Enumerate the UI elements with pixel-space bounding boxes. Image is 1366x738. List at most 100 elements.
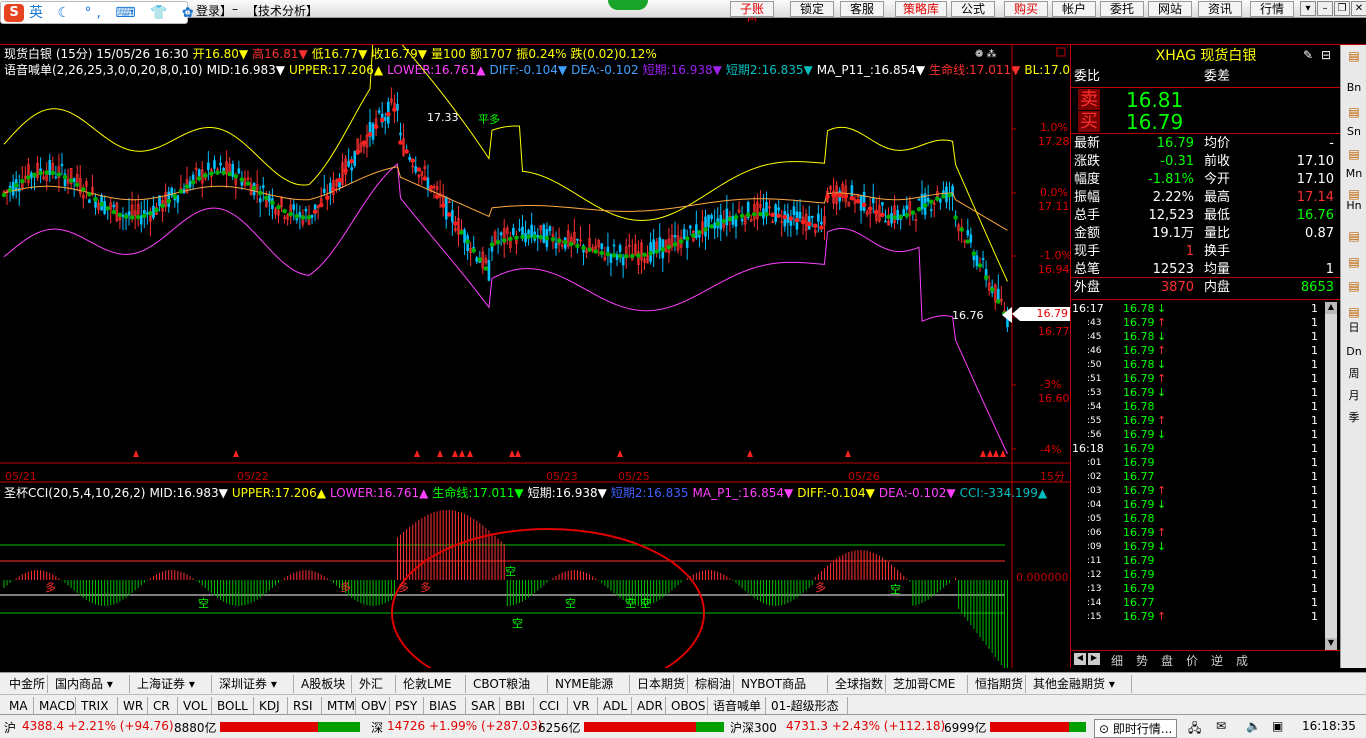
- quote-tab-1[interactable]: 势: [1136, 652, 1148, 669]
- volume-icon[interactable]: 🔈: [1246, 719, 1261, 733]
- market-tab-15[interactable]: 其他金融期货 ▾: [1030, 675, 1132, 693]
- indicator-tab-6[interactable]: BOLL: [214, 697, 254, 715]
- toolbar-button-3[interactable]: 策略库: [895, 1, 947, 17]
- market-tab-11[interactable]: NYBOT商品: [738, 675, 828, 693]
- side-tool-icon-5[interactable]: ▤: [1343, 253, 1365, 271]
- market-tab-13[interactable]: 芝加哥CME: [890, 675, 968, 693]
- candlestick-chart[interactable]: 多多多多多空空空空空空空❁ ⁂: [0, 45, 1070, 668]
- date-label-3: 05/25: [618, 470, 650, 483]
- lifeline-dot: [776, 213, 781, 219]
- tab-prev-icon[interactable]: ◀: [1074, 653, 1086, 665]
- indicator-tab-20[interactable]: 语音喊单: [710, 697, 766, 715]
- indicator-tab-2[interactable]: TRIX: [78, 697, 118, 715]
- toolbar-button-4[interactable]: 公式: [951, 1, 995, 17]
- market-tab-6[interactable]: 伦敦LME: [400, 675, 466, 693]
- period-tab-7[interactable]: 月: [1343, 387, 1365, 405]
- toolbar-button-1[interactable]: 锁定: [790, 1, 834, 17]
- indicator-tab-7[interactable]: KDJ: [256, 697, 288, 715]
- market-tab-3[interactable]: 深圳证券 ▾: [216, 675, 294, 693]
- side-tool-icon-6[interactable]: ▤: [1343, 277, 1365, 295]
- minimize-icon[interactable]: –: [1317, 1, 1333, 16]
- panel-collapse-icon[interactable]: ⊟: [1321, 48, 1331, 62]
- lifeline-dot: [550, 236, 556, 242]
- tick-volume: 1: [1311, 526, 1318, 539]
- market-tab-12[interactable]: 全球指数: [832, 675, 886, 693]
- period-tab-0[interactable]: Bn: [1343, 79, 1365, 97]
- indicator-tab-17[interactable]: ADL: [600, 697, 632, 715]
- period-tab-6[interactable]: 周: [1343, 365, 1365, 383]
- toolbar-button-2[interactable]: 客服: [840, 1, 884, 17]
- hs-index[interactable]: 4731.3 +2.43% (+112.18): [786, 719, 945, 733]
- market-tab-2[interactable]: 上海证券 ▾: [134, 675, 212, 693]
- sz-index[interactable]: 14726 +1.99% (+287.03): [387, 719, 542, 733]
- market-tab-14[interactable]: 恒指期货: [972, 675, 1026, 693]
- indicator-tab-21[interactable]: 01-超级形态: [768, 697, 848, 715]
- indicator-tab-8[interactable]: RSI: [290, 697, 322, 715]
- lifeline-dot: [617, 253, 623, 259]
- toolbar-button-7[interactable]: 委托: [1100, 1, 1144, 17]
- quote-tab-0[interactable]: 细: [1111, 652, 1123, 669]
- market-tab-1[interactable]: 国内商品 ▾: [52, 675, 130, 693]
- period-tab-1[interactable]: Sn: [1343, 123, 1365, 141]
- indicator-tab-14[interactable]: BBI: [502, 697, 534, 715]
- market-tab-0[interactable]: 中金所: [6, 675, 48, 693]
- period-tab-8[interactable]: 季: [1343, 409, 1365, 427]
- toolbar-button-6[interactable]: 帐户: [1052, 1, 1096, 17]
- indicator-tab-15[interactable]: CCI: [536, 697, 568, 715]
- indicator-tab-11[interactable]: PSY: [392, 697, 424, 715]
- toolbar-button-9[interactable]: 资讯: [1198, 1, 1242, 17]
- toolbar-button-8[interactable]: 网站: [1148, 1, 1192, 17]
- indicator-tab-16[interactable]: VR: [570, 697, 598, 715]
- indicator-tab-12[interactable]: BIAS: [426, 697, 466, 715]
- network-icon[interactable]: 🖧: [1188, 719, 1201, 738]
- ime-mode-icons[interactable]: 英 ☾ °, ⌨ 👕 ✿: [29, 2, 199, 24]
- signal-triangle-3: [437, 450, 443, 457]
- ime-toolbar[interactable]: S 英 ☾ °, ⌨ 👕 ✿: [0, 1, 194, 24]
- sogou-ime-icon[interactable]: S: [4, 4, 24, 22]
- quote-tab-4[interactable]: 逆: [1211, 652, 1223, 669]
- side-tool-icon-4[interactable]: ▤: [1343, 227, 1365, 245]
- side-tool-icon-0[interactable]: ▤: [1343, 47, 1365, 65]
- sh-index[interactable]: 4388.4 +2.21% (+94.76): [22, 719, 174, 733]
- news-ticker[interactable]: ⊙ 即时行情...: [1094, 719, 1178, 738]
- quote-tab-5[interactable]: 成: [1236, 652, 1248, 669]
- period-tab-4[interactable]: 日: [1343, 319, 1365, 337]
- indicator-tab-10[interactable]: OBV: [358, 697, 390, 715]
- lifeline-dot: [361, 140, 367, 146]
- tick-scrollbar[interactable]: ▲ ▼: [1325, 302, 1337, 650]
- toolbar-button-5[interactable]: 购买: [1004, 1, 1048, 17]
- market-tab-10[interactable]: 棕榈油: [692, 675, 734, 693]
- indicator-tab-1[interactable]: MACD: [36, 697, 76, 715]
- indicator-tab-5[interactable]: VOL: [180, 697, 212, 715]
- period-tab-5[interactable]: Dn: [1343, 343, 1365, 361]
- indicator-tab-4[interactable]: CR: [150, 697, 178, 715]
- side-tool-icon-1[interactable]: ▤: [1343, 103, 1365, 121]
- period-tab-3[interactable]: Hn: [1343, 197, 1365, 215]
- calc-icon[interactable]: ▣: [1272, 719, 1283, 733]
- quote-tab-2[interactable]: 盘: [1161, 652, 1173, 669]
- quote-tab-3[interactable]: 价: [1186, 652, 1198, 669]
- indicator-tab-13[interactable]: SAR: [468, 697, 500, 715]
- lifeline-dot: [886, 214, 891, 220]
- indicator-tab-19[interactable]: OBOS: [668, 697, 708, 715]
- side-tool-icon-2[interactable]: ▤: [1343, 145, 1365, 163]
- panel-settings-icon[interactable]: ✎: [1303, 48, 1313, 62]
- market-tab-7[interactable]: CBOT粮油: [470, 675, 548, 693]
- toolbar-button-0[interactable]: 子账户: [730, 1, 774, 30]
- market-tab-4[interactable]: A股板块: [298, 675, 352, 693]
- restore-icon[interactable]: ❐: [1334, 1, 1350, 16]
- market-tab-9[interactable]: 日本期货: [634, 675, 688, 693]
- market-tab-5[interactable]: 外汇: [356, 675, 396, 693]
- indicator-tab-3[interactable]: WR: [120, 697, 148, 715]
- close-icon[interactable]: ✕: [1351, 1, 1366, 16]
- toolbar-button-10[interactable]: 行情: [1250, 1, 1294, 17]
- market-tab-8[interactable]: NYME能源: [552, 675, 630, 693]
- low-label: 16.76: [952, 309, 984, 322]
- window-menu-icon[interactable]: ▾: [1300, 1, 1316, 16]
- indicator-tab-9[interactable]: MTM: [324, 697, 356, 715]
- period-tab-2[interactable]: Mn: [1343, 165, 1365, 183]
- tab-next-icon[interactable]: ▶: [1088, 653, 1100, 665]
- indicator-tab-18[interactable]: ADR: [634, 697, 666, 715]
- indicator-tab-0[interactable]: MA: [6, 697, 34, 715]
- message-icon[interactable]: ✉: [1216, 719, 1226, 733]
